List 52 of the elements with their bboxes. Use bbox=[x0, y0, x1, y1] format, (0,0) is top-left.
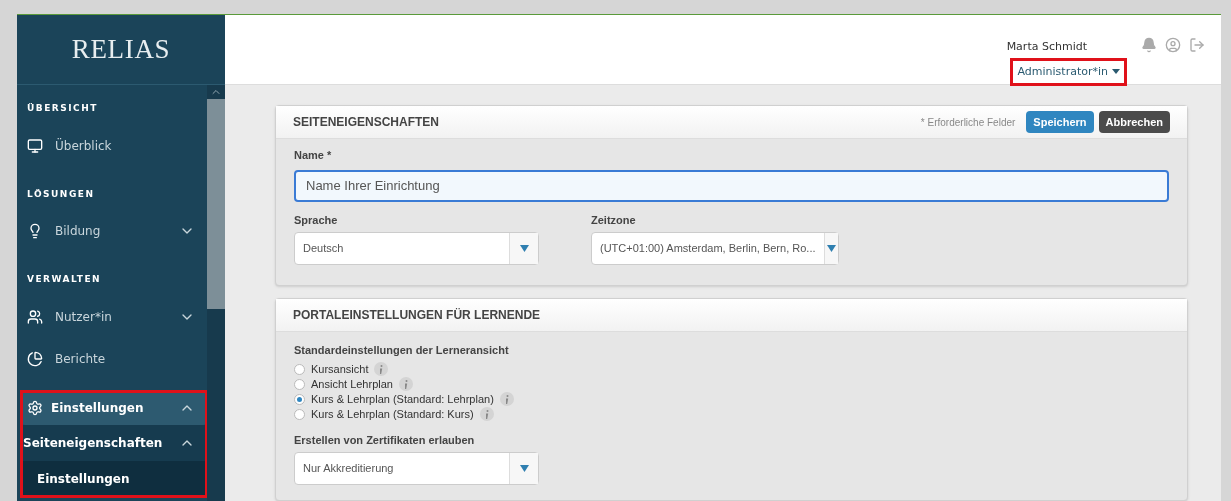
dropdown-arrow-icon bbox=[519, 245, 529, 252]
name-input-field[interactable]: Name Ihrer Einrichtung bbox=[294, 169, 1169, 202]
radio-label: Kurs & Lehrplan (Standard: Kurs) bbox=[311, 406, 474, 422]
role-dropdown[interactable]: Administrator*in bbox=[1010, 57, 1127, 86]
sidebar-subitem[interactable]: Seiteneigenschaften bbox=[21, 424, 207, 461]
sidebar-subitem[interactable]: Einstellungen bbox=[21, 460, 207, 497]
radio-label: Ansicht Lehrplan bbox=[311, 376, 393, 392]
sidebar-item[interactable]: Einstellungen bbox=[21, 390, 207, 425]
sidebar-item[interactable]: Bildung bbox=[21, 217, 207, 245]
section-heading: ÜBERSICHT bbox=[26, 102, 99, 115]
field-label: Name * bbox=[294, 148, 333, 163]
sidebar-item[interactable]: Berichte bbox=[21, 344, 207, 373]
info-icon[interactable] bbox=[398, 377, 413, 391]
sidebar-item[interactable]: Überblick bbox=[21, 131, 207, 160]
required-note: * Erforderliche Felder bbox=[920, 115, 1016, 130]
radio-button[interactable] bbox=[294, 408, 305, 420]
select-field[interactable]: Deutsch bbox=[294, 232, 539, 265]
pie-chart-icon bbox=[27, 350, 43, 367]
logout-icon[interactable] bbox=[1189, 37, 1205, 53]
bell-icon[interactable] bbox=[1141, 37, 1157, 53]
user-name: Marta Schmidt bbox=[1006, 39, 1087, 55]
section-heading: VERWALTEN bbox=[26, 273, 103, 286]
user-icon[interactable] bbox=[1165, 37, 1181, 53]
radio-button[interactable] bbox=[294, 393, 305, 405]
cancel-button[interactable]: Abbrechen bbox=[1098, 111, 1170, 133]
select-field[interactable]: Nur Akkreditierung bbox=[294, 452, 539, 485]
section-heading: LÖSUNGEN bbox=[26, 187, 96, 201]
lightbulb-icon bbox=[27, 223, 43, 239]
info-icon[interactable] bbox=[479, 407, 494, 421]
radio-label: Kurs & Lehrplan (Standard: Lehrplan) bbox=[311, 391, 494, 407]
scrollbar[interactable] bbox=[207, 85, 225, 501]
monitor-icon bbox=[27, 137, 43, 154]
users-icon bbox=[27, 308, 43, 325]
gear-icon bbox=[27, 399, 43, 416]
sidebar-item[interactable]: Nutzer*in bbox=[21, 302, 207, 331]
radio-button[interactable] bbox=[294, 378, 305, 390]
dropdown-arrow-icon bbox=[519, 465, 529, 472]
field-label: Standardeinstellungen der Lerneransicht bbox=[294, 343, 510, 358]
panel-title: PORTALEINSTELLUNGEN FÜR LERNENDE bbox=[293, 307, 541, 324]
field-label: Erstellen von Zertifikaten erlauben bbox=[294, 432, 476, 448]
field-label: Sprache bbox=[294, 212, 339, 228]
radio-label: Kursansicht bbox=[311, 361, 369, 377]
select-field[interactable]: (UTC+01:00) Amsterdam, Berlin, Bern, Ro... bbox=[591, 232, 839, 265]
field-label: Zeitzone bbox=[591, 212, 637, 228]
save-button[interactable]: Speichern bbox=[1026, 111, 1094, 133]
info-icon[interactable] bbox=[499, 392, 514, 406]
logo: RELIAS bbox=[71, 33, 171, 67]
dropdown-arrow-icon bbox=[826, 245, 836, 252]
radio-button[interactable] bbox=[294, 363, 305, 375]
info-icon[interactable] bbox=[374, 362, 389, 376]
caret-icon bbox=[1112, 69, 1120, 75]
panel-title: SEITENEIGENSCHAFTEN bbox=[293, 114, 440, 131]
